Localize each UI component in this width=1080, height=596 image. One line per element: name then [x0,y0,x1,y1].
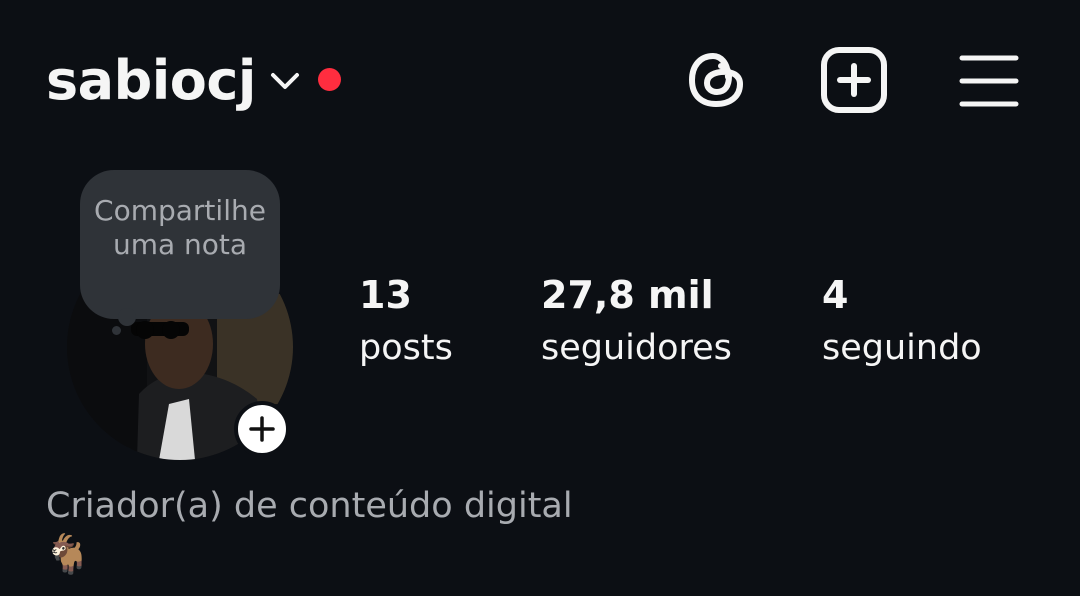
following-label: seguindo [822,328,982,368]
chevron-down-icon[interactable] [268,66,302,96]
posts-label: posts [359,328,453,368]
add-square-icon[interactable] [816,44,888,116]
followers-label: seguidores [541,328,732,368]
posts-count: 13 [359,273,412,317]
note-bubble-tail-dot [112,326,121,335]
following-count: 4 [822,273,849,317]
stat-posts[interactable]: 13 posts [359,270,453,376]
note-prompt[interactable]: Compartilhe uma nota [86,194,274,262]
stat-following[interactable]: 4 seguindo [822,270,982,376]
notification-dot [318,68,341,91]
add-story-button[interactable] [234,401,290,457]
threads-icon[interactable] [680,44,752,116]
plus-icon [249,416,275,442]
profile-username[interactable]: sabiocj [46,48,256,114]
hamburger-menu-icon[interactable] [952,44,1024,116]
stat-followers[interactable]: 27,8 mil seguidores [541,270,732,376]
profile-category: Criador(a) de conteúdo digital [46,486,573,526]
note-bubble-tail [118,308,136,326]
followers-count: 27,8 mil [541,273,714,317]
profile-bio: 🐐 [44,532,92,576]
